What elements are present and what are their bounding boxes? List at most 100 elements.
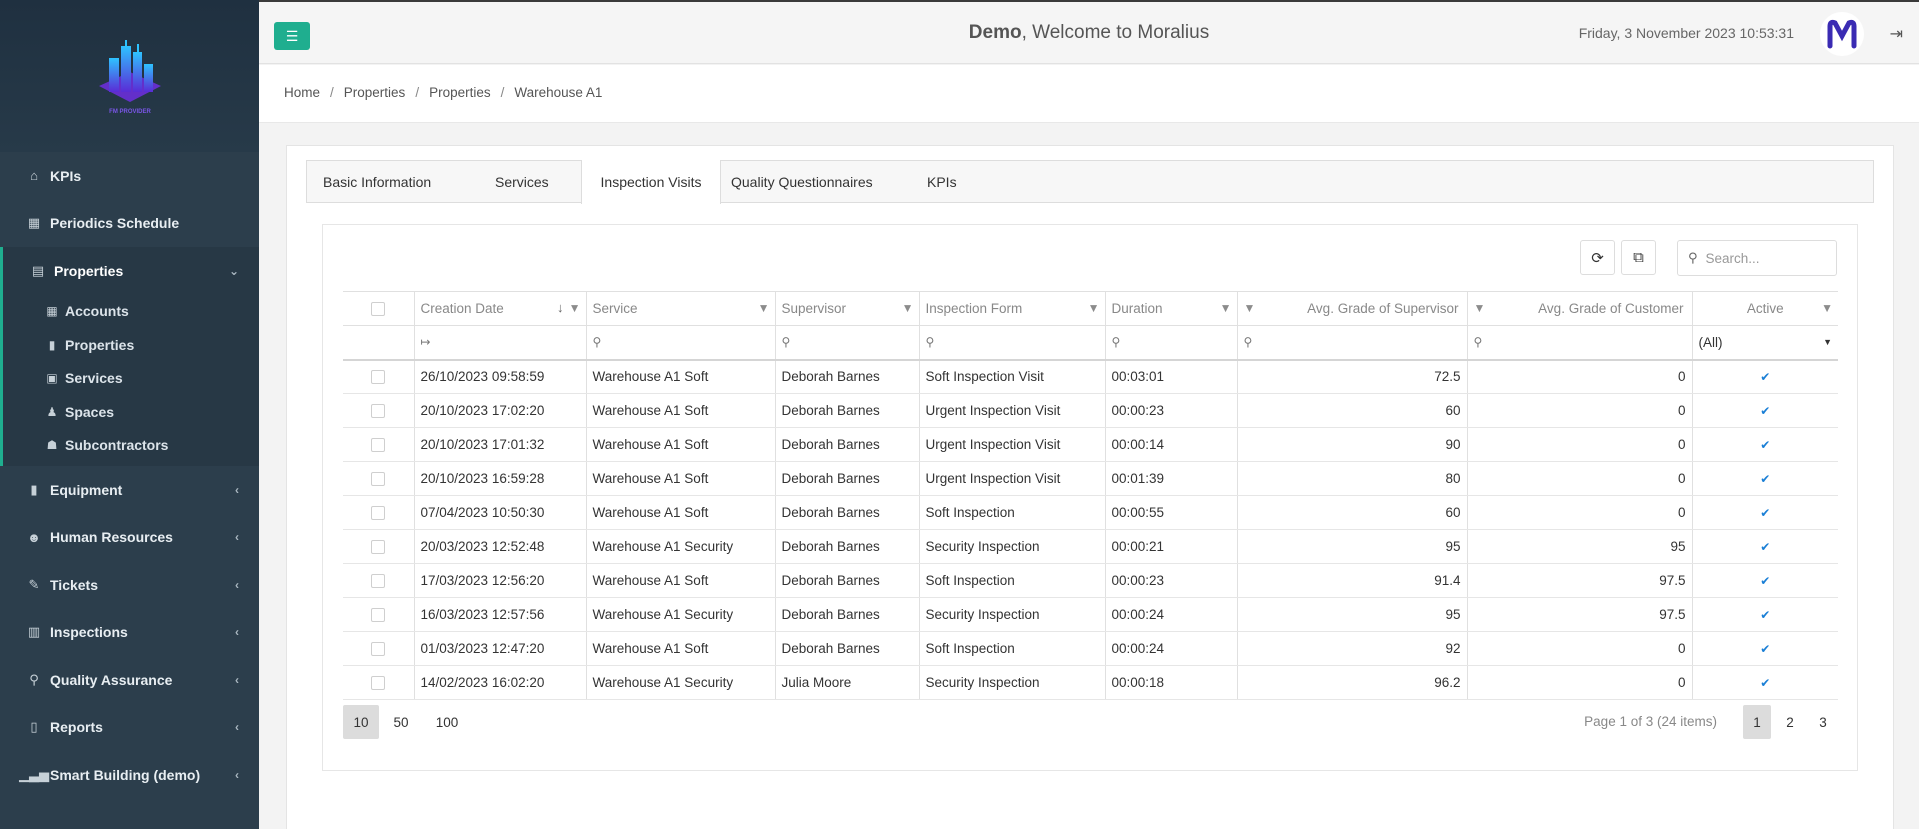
sidebar-item-quality-assurance[interactable]: ⚲ Quality Assurance ‹ xyxy=(0,656,259,704)
table-row[interactable]: 01/03/2023 12:47:20 Warehouse A1 Soft Debo… xyxy=(343,631,1838,666)
cell-service-link[interactable]: Warehouse A1 Soft xyxy=(585,427,775,462)
column-chooser-button[interactable]: ⧉ xyxy=(1621,240,1656,275)
filter-icon[interactable]: ▼ xyxy=(1821,301,1833,315)
search-input[interactable] xyxy=(1705,250,1816,266)
column-header-creation-date[interactable]: Creation Date ↓ ▼ xyxy=(413,291,586,326)
cell-inspection-form-link[interactable]: Urgent Inspection Visit xyxy=(918,393,1105,428)
app-logo[interactable]: FM PROVIDER xyxy=(91,36,169,116)
cell-inspection-form-link[interactable]: Urgent Inspection Visit xyxy=(918,461,1105,496)
cell-supervisor-link[interactable]: Deborah Barnes xyxy=(774,529,919,564)
cell-inspection-form-link[interactable]: Soft Inspection xyxy=(918,563,1105,598)
row-checkbox[interactable] xyxy=(343,359,414,394)
cell-inspection-form-link[interactable]: Soft Inspection xyxy=(918,631,1105,666)
page-3-button[interactable]: 3 xyxy=(1809,705,1837,739)
cell-supervisor-link[interactable]: Deborah Barnes xyxy=(774,631,919,666)
tab-inspection-visits[interactable]: Inspection Visits xyxy=(581,160,721,204)
sidebar-item-periodics-schedule[interactable]: ▦ Periodics Schedule xyxy=(0,200,259,248)
filter-duration[interactable]: ⚲ xyxy=(1104,325,1237,361)
row-checkbox[interactable] xyxy=(343,631,414,666)
row-checkbox[interactable] xyxy=(343,563,414,598)
row-checkbox[interactable] xyxy=(343,529,414,564)
breadcrumb-properties[interactable]: Properties xyxy=(344,85,406,100)
table-row[interactable]: 16/03/2023 12:57:56 Warehouse A1 Security… xyxy=(343,597,1838,632)
filter-avg-grade-supervisor[interactable]: ⚲ xyxy=(1236,325,1467,361)
column-header-duration[interactable]: Duration ▼ xyxy=(1104,291,1237,326)
column-header-supervisor[interactable]: Supervisor ▼ xyxy=(774,291,919,326)
filter-service[interactable]: ⚲ xyxy=(585,325,775,361)
cell-supervisor-link[interactable]: Deborah Barnes xyxy=(774,495,919,530)
sidebar-subitem-accounts[interactable]: ▦ Accounts xyxy=(3,295,259,329)
cell-inspection-form-link[interactable]: Security Inspection xyxy=(918,597,1105,632)
tab-quality-questionnaires[interactable]: Quality Questionnaires xyxy=(721,161,911,203)
cell-service-link[interactable]: Warehouse A1 Soft xyxy=(585,495,775,530)
breadcrumb-properties-list[interactable]: Properties xyxy=(429,85,491,100)
table-row[interactable]: 14/02/2023 16:02:20 Warehouse A1 Security… xyxy=(343,665,1838,700)
filter-icon[interactable]: ▼ xyxy=(1474,301,1486,315)
refresh-button[interactable]: ⟳ xyxy=(1580,240,1615,275)
table-row[interactable]: 26/10/2023 09:58:59 Warehouse A1 Soft Debo… xyxy=(343,359,1838,394)
cell-supervisor-link[interactable]: Deborah Barnes xyxy=(774,461,919,496)
cell-service-link[interactable]: Warehouse A1 Soft xyxy=(585,461,775,496)
row-checkbox[interactable] xyxy=(343,461,414,496)
sidebar-item-human-resources[interactable]: ☻ Human Resources ‹ xyxy=(0,514,259,562)
cell-service-link[interactable]: Warehouse A1 Security xyxy=(585,665,775,700)
cell-service-link[interactable]: Warehouse A1 Soft xyxy=(585,563,775,598)
table-row[interactable]: 20/03/2023 12:52:48 Warehouse A1 Security… xyxy=(343,529,1838,564)
table-row[interactable]: 20/10/2023 16:59:28 Warehouse A1 Soft Debo… xyxy=(343,461,1838,496)
column-header-service[interactable]: Service ▼ xyxy=(585,291,775,326)
filter-icon[interactable]: ▼ xyxy=(902,301,914,315)
column-header-avg-grade-customer[interactable]: ▼ Avg. Grade of Customer xyxy=(1466,291,1692,326)
tab-kpis[interactable]: KPIs xyxy=(911,161,1001,203)
cell-service-link[interactable]: Warehouse A1 Security xyxy=(585,597,775,632)
sidebar-subitem-spaces[interactable]: ♟ Spaces xyxy=(3,395,259,429)
row-checkbox[interactable] xyxy=(343,495,414,530)
row-checkbox[interactable] xyxy=(343,597,414,632)
table-row[interactable]: 07/04/2023 10:50:30 Warehouse A1 Soft Debo… xyxy=(343,495,1838,530)
row-checkbox[interactable] xyxy=(343,665,414,700)
column-header-inspection-form[interactable]: Inspection Form ▼ xyxy=(918,291,1105,326)
sidebar-subitem-properties[interactable]: ▮ Properties xyxy=(3,328,259,362)
tab-services[interactable]: Services xyxy=(453,161,581,203)
table-row[interactable]: 17/03/2023 12:56:20 Warehouse A1 Soft Debo… xyxy=(343,563,1838,598)
breadcrumb-home[interactable]: Home xyxy=(284,85,320,100)
page-1-button[interactable]: 1 xyxy=(1743,705,1771,739)
column-header-active[interactable]: Active ▼ xyxy=(1691,291,1838,326)
sidebar-item-equipment[interactable]: ▮ Equipment ‹ xyxy=(0,466,259,514)
cell-supervisor-link[interactable]: Julia Moore xyxy=(774,665,919,700)
sidebar-item-kpis[interactable]: ⌂ KPIs xyxy=(0,152,259,200)
cell-service-link[interactable]: Warehouse A1 Soft xyxy=(585,631,775,666)
cell-supervisor-link[interactable]: Deborah Barnes xyxy=(774,427,919,462)
cell-inspection-form-link[interactable]: Security Inspection xyxy=(918,529,1105,564)
cell-inspection-form-link[interactable]: Soft Inspection Visit xyxy=(918,359,1105,394)
cell-inspection-form-link[interactable]: Security Inspection xyxy=(918,665,1105,700)
filter-inspection-form[interactable]: ⚲ xyxy=(918,325,1105,361)
filter-active-select[interactable]: (All) ▼ xyxy=(1691,325,1838,361)
filter-icon[interactable]: ▼ xyxy=(1088,301,1100,315)
tab-basic-information[interactable]: Basic Information xyxy=(307,161,453,203)
table-row[interactable]: 20/10/2023 17:02:20 Warehouse A1 Soft Debo… xyxy=(343,393,1838,428)
cell-service-link[interactable]: Warehouse A1 Soft xyxy=(585,393,775,428)
grid-search-box[interactable]: ⚲ xyxy=(1677,240,1837,276)
sidebar-subitem-services[interactable]: ▣ Services xyxy=(3,362,259,396)
sidebar-item-properties[interactable]: ▤ Properties ⌄ xyxy=(0,247,259,295)
filter-avg-grade-customer[interactable]: ⚲ xyxy=(1466,325,1692,361)
filter-icon[interactable]: ▼ xyxy=(1244,301,1256,315)
cell-inspection-form-link[interactable]: Urgent Inspection Visit xyxy=(918,427,1105,462)
page-size-100[interactable]: 100 xyxy=(425,705,469,739)
cell-supervisor-link[interactable]: Deborah Barnes xyxy=(774,563,919,598)
sidebar-item-smart-building[interactable]: ▁▃▅ Smart Building (demo) ‹ xyxy=(0,751,259,799)
page-size-10[interactable]: 10 xyxy=(343,705,379,739)
page-2-button[interactable]: 2 xyxy=(1776,705,1804,739)
sidebar-subitem-subcontractors[interactable]: ☗ Subcontractors xyxy=(3,429,259,463)
cell-supervisor-link[interactable]: Deborah Barnes xyxy=(774,393,919,428)
select-all-checkbox[interactable] xyxy=(343,291,414,326)
filter-icon[interactable]: ▼ xyxy=(758,301,770,315)
filter-supervisor[interactable]: ⚲ xyxy=(774,325,919,361)
page-size-50[interactable]: 50 xyxy=(383,705,419,739)
cell-inspection-form-link[interactable]: Soft Inspection xyxy=(918,495,1105,530)
company-logo-icon[interactable] xyxy=(1820,12,1864,56)
sidebar-item-reports[interactable]: ▯ Reports ‹ xyxy=(0,704,259,752)
row-checkbox[interactable] xyxy=(343,393,414,428)
row-checkbox[interactable] xyxy=(343,427,414,462)
filter-icon[interactable]: ▼ xyxy=(569,301,581,315)
